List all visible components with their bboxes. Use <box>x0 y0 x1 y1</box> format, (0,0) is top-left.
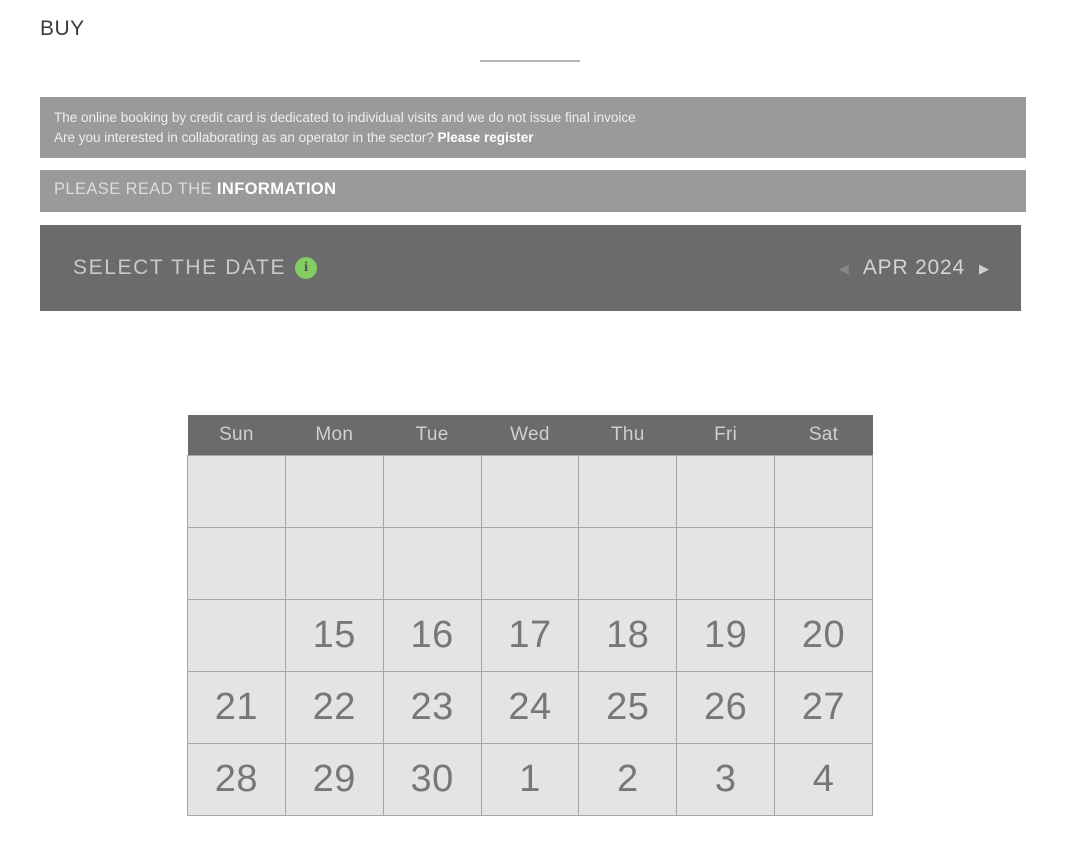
calendar-day-cell[interactable]: 1 <box>480 742 580 816</box>
calendar-empty-cell <box>284 454 384 528</box>
calendar-empty-cell <box>676 454 776 528</box>
calendar-day-cell[interactable]: 16 <box>382 598 482 672</box>
calendar-day-cell[interactable]: 21 <box>187 670 286 744</box>
calendar-week-row: 21 22 23 24 25 26 27 <box>187 670 873 744</box>
calendar-day-cell[interactable]: 3 <box>676 742 776 816</box>
calendar-weekday-wed: Wed <box>481 415 579 455</box>
calendar-empty-cell <box>578 526 678 600</box>
calendar-weekday-mon: Mon <box>285 415 384 455</box>
calendar-empty-cell <box>774 526 873 600</box>
calendar-weekday-fri: Fri <box>676 415 775 455</box>
calendar-week-row <box>187 526 873 600</box>
next-month-arrow-icon[interactable]: ▶ <box>979 262 989 275</box>
calendar-day-cell[interactable]: 4 <box>774 742 873 816</box>
calendar-empty-cell <box>676 526 776 600</box>
calendar-week-row <box>187 454 873 528</box>
calendar-empty-cell <box>187 454 286 528</box>
buy-page: BUY The online booking by credit card is… <box>0 0 1080 855</box>
calendar-empty-cell <box>187 598 286 672</box>
calendar-empty-cell <box>578 454 678 528</box>
select-date-bar: SELECT THE DATE i ◀ APR 2024 ▶ <box>40 225 1021 311</box>
register-link[interactable]: Please register <box>437 130 533 145</box>
information-link[interactable]: INFORMATION <box>217 180 337 198</box>
calendar-weekday-tue: Tue <box>383 415 482 455</box>
calendar-empty-cell <box>284 526 384 600</box>
calendar-weekday-thu: Thu <box>578 415 677 455</box>
booking-notice-line-2: Are you interested in collaborating as a… <box>54 128 1012 148</box>
calendar-empty-cell <box>187 526 286 600</box>
information-bar: PLEASE READ THE INFORMATION <box>40 170 1026 212</box>
select-date-label: SELECT THE DATE <box>73 256 287 279</box>
calendar-day-cell[interactable]: 24 <box>480 670 580 744</box>
calendar-day-cell[interactable]: 27 <box>774 670 873 744</box>
calendar-body: 15 16 17 18 19 20 21 22 23 24 25 26 27 28 29 30 1 2 3 4 <box>187 454 873 816</box>
calendar-day-cell[interactable]: 15 <box>284 598 384 672</box>
booking-notice-line-1: The online booking by credit card is ded… <box>54 110 636 125</box>
page-title: BUY <box>40 17 85 40</box>
calendar-empty-cell <box>480 454 580 528</box>
info-circle-icon[interactable]: i <box>295 257 318 279</box>
select-date-left-group: SELECT THE DATE i <box>73 256 318 280</box>
title-divider <box>480 60 580 62</box>
calendar-empty-cell <box>480 526 580 600</box>
date-picker-calendar: Sun Mon Tue Wed Thu Fri Sat 15 16 17 18 19 20 21 22 23… <box>187 415 873 816</box>
calendar-empty-cell <box>774 454 873 528</box>
calendar-week-row: 28 29 30 1 2 3 4 <box>187 742 873 816</box>
calendar-day-cell[interactable]: 17 <box>480 598 580 672</box>
calendar-day-cell[interactable]: 2 <box>578 742 678 816</box>
calendar-empty-cell <box>382 526 482 600</box>
calendar-weekday-sat: Sat <box>774 415 873 455</box>
calendar-day-cell[interactable]: 26 <box>676 670 776 744</box>
information-bar-text: PLEASE READ THE INFORMATION <box>54 180 1012 199</box>
operator-notice-text: Are you interested in collaborating as a… <box>54 130 438 145</box>
information-bar-prefix: PLEASE READ THE <box>54 180 217 198</box>
prev-month-arrow-icon[interactable]: ◀ <box>839 262 849 275</box>
calendar-day-cell[interactable]: 20 <box>774 598 873 672</box>
current-month-label: APR 2024 <box>862 256 965 279</box>
calendar-header: Sun Mon Tue Wed Thu Fri Sat <box>187 415 873 455</box>
calendar-day-cell[interactable]: 30 <box>382 742 482 816</box>
calendar-day-cell[interactable]: 19 <box>676 598 776 672</box>
calendar-day-cell[interactable]: 18 <box>578 598 678 672</box>
calendar-weekday-row: Sun Mon Tue Wed Thu Fri Sat <box>187 415 873 455</box>
calendar-weekday-sun: Sun <box>187 415 286 455</box>
calendar-empty-cell <box>382 454 482 528</box>
calendar-day-cell[interactable]: 23 <box>382 670 482 744</box>
calendar-day-cell[interactable]: 29 <box>284 742 384 816</box>
calendar-week-row: 15 16 17 18 19 20 <box>187 598 873 672</box>
booking-notice-bar: The online booking by credit card is ded… <box>40 97 1026 158</box>
calendar-day-cell[interactable]: 25 <box>578 670 678 744</box>
month-navigation: ◀ APR 2024 ▶ <box>839 256 989 280</box>
calendar-day-cell[interactable]: 28 <box>187 742 286 816</box>
calendar-day-cell[interactable]: 22 <box>284 670 384 744</box>
